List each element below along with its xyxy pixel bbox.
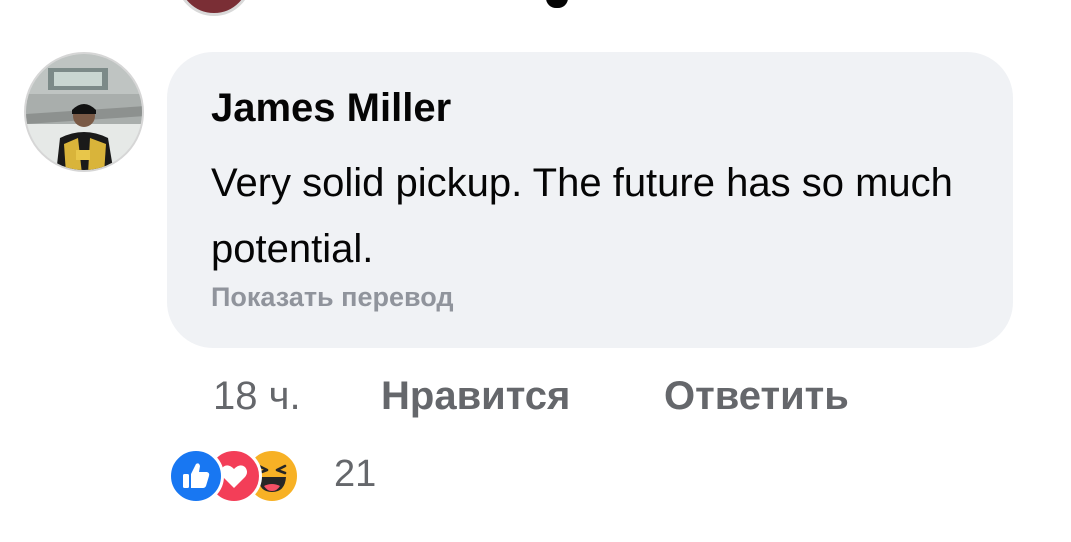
comment-text: Very solid pickup. The future has so muc…: [211, 161, 953, 271]
like-icon: [168, 448, 224, 504]
reply-button[interactable]: Ответить: [664, 374, 849, 419]
reactions-summary[interactable]: 21: [168, 448, 398, 504]
avatar-photo: [26, 54, 142, 170]
comment-thread: James Miller Very solid pickup. The futu…: [0, 0, 1071, 542]
avatar[interactable]: [24, 52, 144, 172]
reaction-count: 21: [334, 453, 377, 495]
comment-bubble: James Miller Very solid pickup. The futu…: [167, 52, 1013, 348]
previous-comment-avatar[interactable]: [176, 0, 252, 16]
comment-timestamp[interactable]: 18 ч.: [213, 374, 301, 419]
show-translation-link[interactable]: Показать перевод: [211, 282, 454, 313]
comment-author[interactable]: James Miller: [211, 86, 451, 131]
previous-comment-text-fragment: [546, 0, 568, 8]
like-button[interactable]: Нравится: [381, 374, 570, 419]
